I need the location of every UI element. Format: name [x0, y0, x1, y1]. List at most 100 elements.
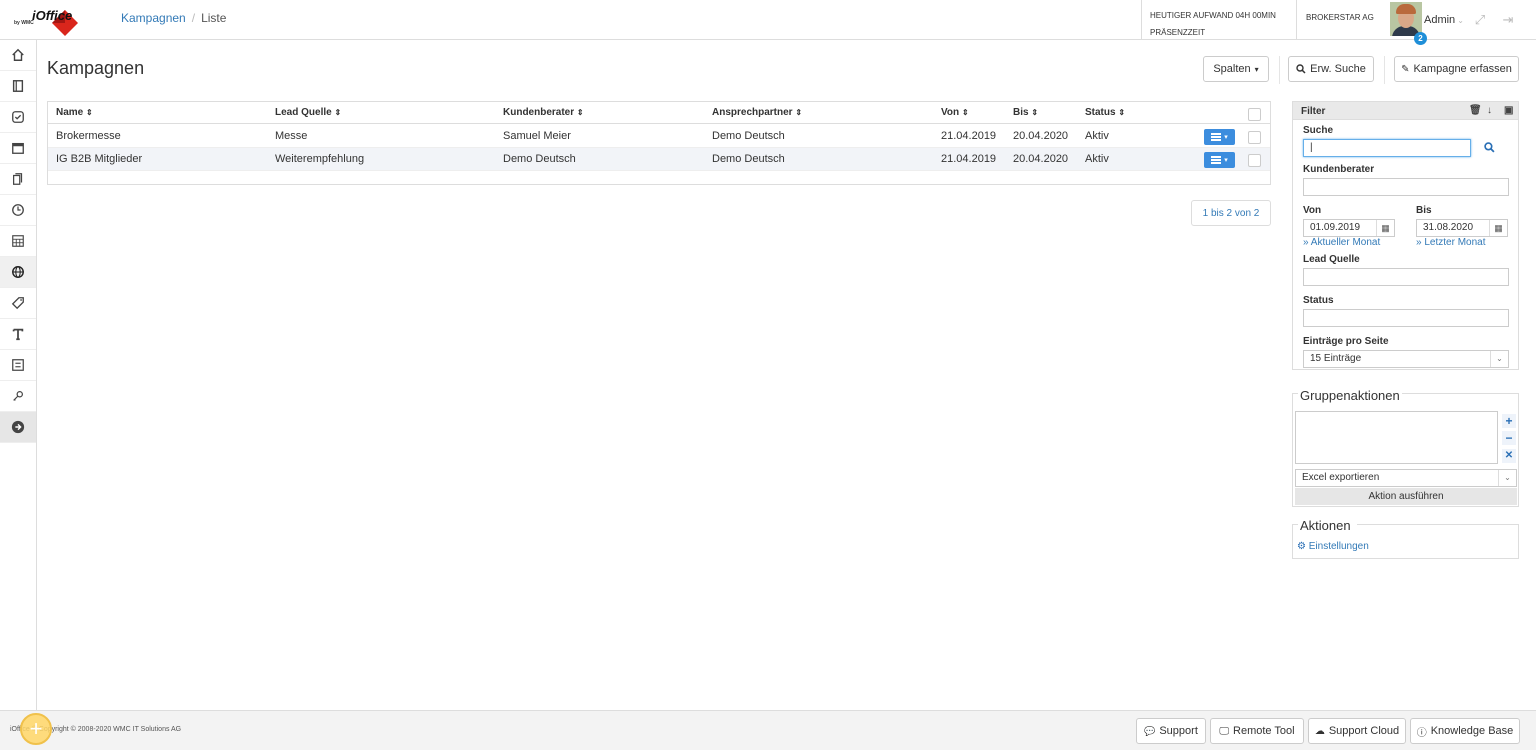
app-logo[interactable]: by WMC iOffice — [8, 4, 88, 38]
remote-tool-button[interactable]: 🖵 Remote Tool — [1210, 718, 1304, 744]
cell-berater: Demo Deutsch — [503, 153, 576, 165]
cell-ansprech: Demo Deutsch — [712, 153, 785, 165]
group-action-select[interactable]: Excel exportieren ⌄ — [1295, 469, 1517, 487]
text-icon[interactable] — [0, 319, 36, 350]
user-menu[interactable]: Admin ⌄ — [1424, 14, 1464, 26]
key-icon[interactable] — [0, 381, 36, 412]
table-row[interactable]: Brokermesse Messe Samuel Meier Demo Deut… — [48, 125, 1270, 148]
page-title: Kampagnen — [47, 58, 145, 78]
last-month-link[interactable]: » Letzter Monat — [1416, 237, 1485, 248]
columns-button[interactable]: Spalten ▾ — [1203, 56, 1269, 82]
kundenberater-input[interactable] — [1303, 178, 1509, 196]
status-input[interactable] — [1303, 309, 1509, 327]
add-fab-button[interactable]: + — [20, 713, 52, 745]
save-icon[interactable]: ▣ — [1504, 105, 1513, 116]
col-header-ansprech[interactable]: Ansprechpartner ⇕ — [712, 102, 802, 124]
close-icon[interactable]: ✕ — [1502, 449, 1516, 463]
arrow-right-circle-icon[interactable] — [0, 412, 36, 443]
caret-down-icon: ▾ — [1224, 157, 1228, 164]
clock-icon[interactable] — [0, 195, 36, 226]
create-campaign-label: Kampagne erfassen — [1413, 63, 1512, 75]
cell-lead: Messe — [275, 130, 308, 142]
columns-button-label: Spalten — [1213, 63, 1251, 75]
bis-date-input[interactable]: 31.08.2020 ▦ — [1416, 219, 1508, 237]
caret-down-icon: ▾ — [1224, 134, 1228, 141]
cell-name[interactable]: IG B2B Mitglieder — [56, 148, 142, 170]
documents-icon[interactable] — [0, 164, 36, 195]
col-header-name[interactable]: Name ⇕ — [56, 102, 93, 124]
table-row[interactable]: IG B2B Mitglieder Weiterempfehlung Demo … — [48, 148, 1270, 171]
fullscreen-icon[interactable]: ⤢ — [1472, 12, 1488, 28]
home-icon[interactable] — [0, 40, 36, 71]
col-header-status[interactable]: Status ⇕ — [1085, 102, 1125, 124]
calendar-icon[interactable]: ▦ — [1489, 220, 1507, 236]
time-tracking-box[interactable]: HEUTIGER AUFWAND 04H 00MIN PRÄSENZZEIT — [1141, 0, 1295, 40]
row-checkbox[interactable] — [1248, 154, 1261, 167]
monitor-icon: 🖵 — [1219, 725, 1230, 737]
support-cloud-button[interactable]: ☁ Support Cloud — [1308, 718, 1406, 744]
col-header-lead[interactable]: Lead Quelle ⇕ — [275, 102, 341, 124]
arrow-down-icon[interactable]: ↓ — [1487, 105, 1492, 116]
advanced-search-label: Erw. Suche — [1310, 63, 1366, 75]
praesenz-text: PRÄSENZZEIT — [1150, 28, 1206, 37]
company-name[interactable]: BROKERSTAR AG — [1296, 0, 1388, 40]
col-header-von[interactable]: Von ⇕ — [941, 102, 969, 124]
breadcrumb: Kampagnen / Liste — [121, 11, 226, 25]
notification-badge[interactable]: 2 — [1414, 32, 1427, 45]
trash-icon[interactable]: 🗑 — [1469, 105, 1482, 116]
sort-icon: ⇕ — [795, 108, 803, 117]
list-box-icon[interactable] — [0, 350, 36, 381]
run-action-button[interactable]: Aktion ausführen — [1295, 488, 1517, 505]
search-icon[interactable] — [1484, 142, 1495, 153]
support-button[interactable]: 💬 Support — [1136, 718, 1206, 744]
top-header: by WMC iOffice Kampagnen / Liste HEUTIGER … — [0, 0, 1536, 45]
settings-link[interactable]: ⚙ Einstellungen — [1297, 541, 1369, 552]
entries-per-page-select[interactable]: 15 Einträge ⌄ — [1303, 350, 1509, 368]
von-label: Von — [1303, 205, 1322, 216]
minus-icon[interactable]: − — [1502, 431, 1516, 445]
search-input[interactable]: | — [1303, 139, 1471, 157]
filter-panel: Filter 🗑 ↓ ▣ Suche | Kundenberater Von 0… — [1292, 101, 1519, 370]
check-circle-icon[interactable] — [0, 102, 36, 133]
suche-label: Suche — [1303, 125, 1334, 136]
sort-icon: ⇕ — [86, 108, 93, 117]
cell-berater: Samuel Meier — [503, 130, 571, 142]
calendar-icon[interactable]: ▦ — [1376, 220, 1394, 236]
row-menu-button[interactable]: ▾ — [1204, 152, 1235, 168]
cell-name[interactable]: Brokermesse — [56, 125, 121, 147]
filter-title: Filter — [1301, 106, 1326, 117]
aufwand-text: HEUTIGER AUFWAND 04H 00MIN — [1150, 11, 1276, 20]
actions-title: Aktionen — [1300, 518, 1351, 533]
logout-icon[interactable]: ⇥ — [1500, 12, 1516, 28]
create-campaign-button[interactable]: ✎ Kampagne erfassen — [1394, 56, 1519, 82]
globe-icon[interactable] — [0, 257, 36, 288]
von-date-input[interactable]: 01.09.2019 ▦ — [1303, 219, 1395, 237]
pencil-icon: ✎ — [1401, 63, 1410, 75]
avatar[interactable] — [1390, 2, 1422, 36]
sort-icon: ⇕ — [334, 108, 342, 117]
cell-bis: 20.04.2020 — [1013, 153, 1069, 165]
pagination-info[interactable]: 1 bis 2 von 2 — [1191, 200, 1271, 226]
add-icon[interactable]: + — [1502, 414, 1516, 428]
entries-per-page-value: 15 Einträge — [1310, 353, 1362, 364]
col-header-berater[interactable]: Kundenberater ⇕ — [503, 102, 584, 124]
group-actions-list[interactable] — [1295, 411, 1498, 464]
sort-icon: ⇕ — [1031, 108, 1039, 117]
cell-von: 21.04.2019 — [941, 153, 997, 165]
tag-icon[interactable] — [0, 288, 36, 319]
list-icon — [1211, 156, 1222, 164]
knowledge-base-button[interactable]: ⓘ Knowledge Base — [1410, 718, 1520, 744]
lead-quelle-input[interactable] — [1303, 268, 1509, 286]
row-menu-button[interactable]: ▾ — [1204, 129, 1235, 145]
col-header-bis[interactable]: Bis ⇕ — [1013, 102, 1038, 124]
book-icon[interactable] — [0, 71, 36, 102]
breadcrumb-kampagnen[interactable]: Kampagnen — [121, 11, 186, 25]
select-all-checkbox[interactable] — [1248, 108, 1261, 121]
calendar-icon[interactable] — [0, 133, 36, 164]
table-icon[interactable] — [0, 226, 36, 257]
row-checkbox[interactable] — [1248, 131, 1261, 144]
list-icon — [1211, 133, 1222, 141]
current-month-link[interactable]: » Aktueller Monat — [1303, 237, 1380, 248]
chevron-down-icon: ⌄ — [1498, 470, 1516, 486]
advanced-search-button[interactable]: Erw. Suche — [1288, 56, 1374, 82]
